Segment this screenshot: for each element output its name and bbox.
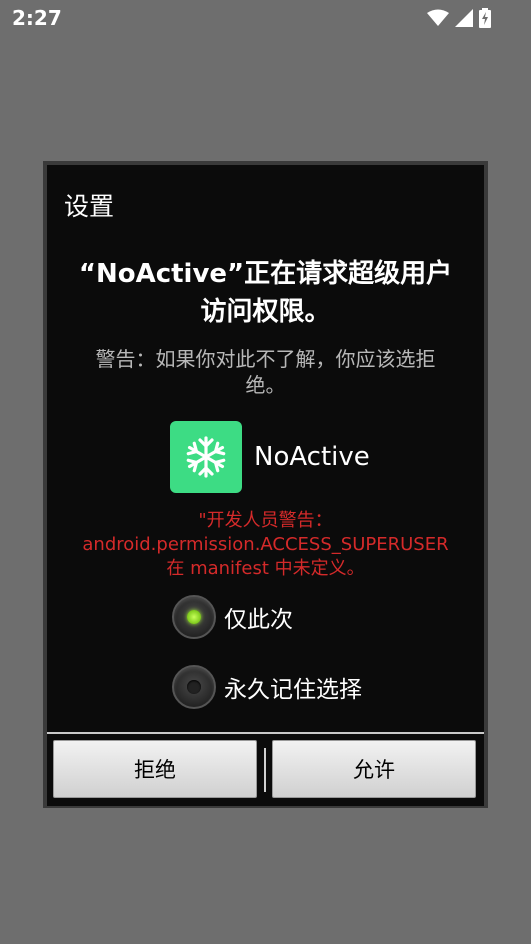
option-remember-forever[interactable]: 永久记住选择	[172, 665, 362, 709]
wifi-icon	[427, 9, 449, 27]
developer-warning: "开发人员警告： android.permission.ACCESS_SUPER…	[82, 510, 449, 579]
allow-button[interactable]: 允许	[272, 740, 476, 798]
app-info: NoActive	[170, 421, 370, 493]
status-bar: 2:27	[0, 0, 531, 36]
option-once[interactable]: 仅此次	[172, 595, 293, 639]
status-icons	[427, 8, 491, 28]
dialog-title: 设置	[64, 192, 115, 221]
button-bar: 拒绝 允许	[47, 732, 484, 806]
option-once-label: 仅此次	[224, 607, 293, 633]
radio-button-checked[interactable]	[172, 595, 216, 639]
status-time: 2:27	[12, 6, 62, 30]
deny-button[interactable]: 拒绝	[53, 740, 257, 798]
app-name: NoActive	[254, 442, 370, 472]
battery-charging-icon	[479, 8, 491, 28]
superuser-request-dialog-frame: 设置 “NoActive”正在请求超级用户访问权限。 警告：如果你对此不了解，你…	[43, 161, 488, 808]
warning-text: 警告：如果你对此不了解，你应该选拒绝。	[95, 347, 436, 397]
cellular-signal-icon	[455, 9, 473, 27]
radio-button-unchecked[interactable]	[172, 665, 216, 709]
request-headline: “NoActive”正在请求超级用户访问权限。	[78, 259, 453, 327]
snowflake-icon	[170, 421, 242, 493]
option-remember-label: 永久记住选择	[224, 677, 362, 703]
superuser-request-dialog: 设置 “NoActive”正在请求超级用户访问权限。 警告：如果你对此不了解，你…	[47, 165, 484, 806]
button-divider	[264, 748, 266, 792]
